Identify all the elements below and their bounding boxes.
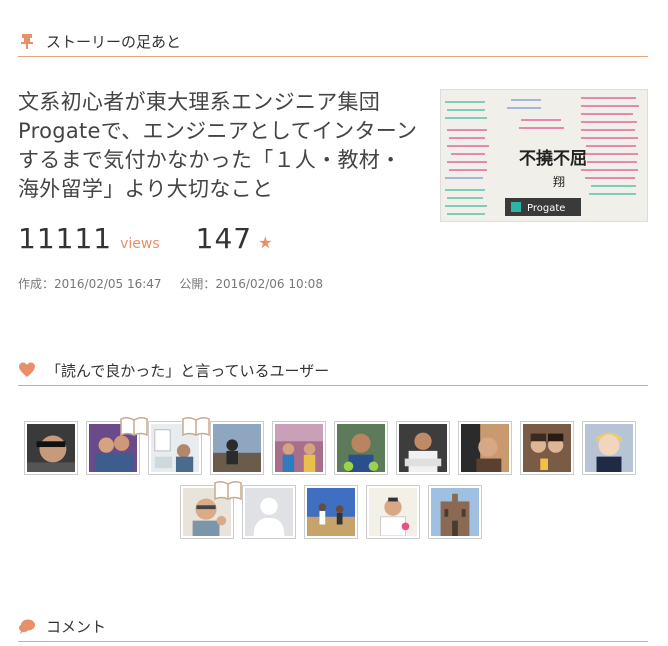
comment-section-header: コメント — [18, 611, 648, 642]
heart-icon — [19, 362, 35, 377]
thumbnail-sub-text: 翔 — [553, 175, 565, 189]
user-avatar[interactable] — [458, 421, 512, 475]
views-count: 11111 — [18, 222, 113, 255]
user-avatar[interactable] — [428, 485, 482, 539]
story-section-header: ストーリーの足あと — [18, 26, 648, 57]
user-avatar[interactable] — [304, 485, 358, 539]
user-avatar[interactable] — [272, 421, 326, 475]
pin-icon — [21, 34, 33, 49]
user-avatar[interactable] — [242, 485, 296, 539]
story-title[interactable]: 文系初心者が東大理系エンジニア集団Progateで、エンジニアとしてインターンす… — [18, 88, 418, 204]
speech-bubble-icon — [19, 619, 35, 634]
views-label: views — [120, 236, 160, 252]
story-dates: 作成：2016/02/05 16:47 公開：2016/02/06 10:08 — [18, 275, 337, 292]
story-section-title: ストーリーの足あと — [46, 32, 182, 51]
created-date: 作成：2016/02/05 16:47 — [18, 277, 162, 291]
user-avatar[interactable] — [210, 421, 264, 475]
book-icon — [214, 480, 242, 501]
story-stats: 11111 views 147 ★ — [18, 222, 272, 255]
book-icon — [120, 416, 148, 437]
thumbnail-brand-text: Progate — [527, 203, 565, 214]
user-avatar[interactable] — [366, 485, 420, 539]
user-avatar[interactable] — [520, 421, 574, 475]
user-avatar[interactable] — [582, 421, 636, 475]
published-date: 公開：2016/02/06 10:08 — [179, 277, 323, 291]
thumbnail-main-text: 不撓不屈 — [519, 149, 587, 169]
user-avatar[interactable] — [334, 421, 388, 475]
user-avatar[interactable] — [24, 421, 78, 475]
story-thumbnail[interactable]: 不撓不屈 翔 Progate — [440, 89, 648, 222]
star-icon[interactable]: ★ — [258, 233, 272, 252]
comment-section-title: コメント — [46, 617, 107, 636]
likes-section-header: 「読んで良かった」と言っているユーザー — [18, 355, 648, 386]
star-count: 147 — [195, 222, 253, 255]
likes-section-title: 「読んで良かった」と言っているユーザー — [46, 361, 330, 380]
user-avatar[interactable] — [396, 421, 450, 475]
book-icon — [182, 416, 210, 437]
